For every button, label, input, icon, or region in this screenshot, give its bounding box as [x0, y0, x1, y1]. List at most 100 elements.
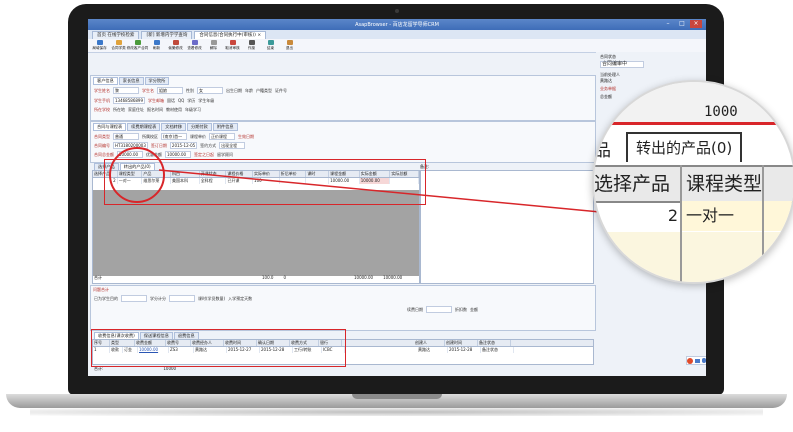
tool-void-button[interactable]: 作废	[244, 39, 259, 52]
minimize-button[interactable]: –	[662, 20, 674, 28]
cell: 2015-12-28	[448, 347, 481, 353]
maximize-button[interactable]: □	[676, 20, 688, 28]
label: 已为学生目的	[94, 295, 118, 301]
label: 证件号	[275, 87, 287, 93]
tool-modify-button[interactable]: 偷懒修改	[168, 39, 183, 52]
field-value[interactable]: (南京)首一	[161, 133, 187, 140]
tab-documents[interactable]: 文档转移	[161, 123, 187, 131]
column-header[interactable]: 创建时间	[445, 340, 478, 346]
field-value[interactable]: 姐娘	[157, 87, 183, 94]
field-value[interactable]: 女	[197, 87, 223, 94]
tool-refresh-button[interactable]: 刷新	[149, 39, 164, 52]
status-dropdown[interactable]: 合同编审中	[600, 61, 644, 68]
label: 学生手机	[94, 97, 110, 103]
label: 学生名	[142, 87, 154, 93]
highlight-product-oval	[109, 147, 165, 203]
field-value[interactable]: 出现全程	[219, 142, 246, 149]
label: 固话	[167, 97, 175, 103]
student-row-1: 学生姓名 黎 学生名 姐娘 性别 女 出生日期 年龄 户籍类型 证件号	[94, 87, 287, 94]
window-titlebar: AsapBrowser - 百店龙留学导师CRM – □ ×	[88, 19, 706, 30]
delete-icon	[248, 40, 255, 45]
camera-icon	[395, 9, 399, 13]
label: QQ	[178, 98, 185, 103]
tab-parent-info[interactable]: 家长信息	[118, 77, 144, 85]
cell: 备注状态	[481, 347, 514, 353]
cancel-icon	[229, 40, 236, 45]
toolbar: 局域保存 合同学类 修改客产合同 刷新 偷懒修改 查看修改 解除 取消审核 作废…	[88, 39, 706, 53]
label: 所在学校	[94, 107, 110, 112]
total-value: 10000.00	[354, 275, 374, 280]
label: 签订日期	[150, 142, 167, 148]
summary-panel: 问题合计 已为学生目的 学分计分 课时(学员数量) 入学预定天数 续费日期 折扣…	[90, 285, 596, 331]
contract-panel: 合同与课程表 续费期课程表 文档转移 分期付款 附件信息 合同类型 普通 所属校…	[90, 121, 596, 163]
sogou-icon	[687, 357, 693, 364]
label: 出生日期	[226, 87, 242, 93]
column-header[interactable]: 创建人	[414, 340, 445, 346]
edit-icon	[134, 40, 141, 45]
field-value[interactable]: 普通	[113, 133, 139, 140]
ime-toolbar[interactable]	[686, 356, 706, 365]
contract-tabs: 合同与课程表 续费期课程表 文档转移 分期付款 附件信息	[91, 122, 595, 132]
tab-customer-info[interactable]: 客户信息	[93, 77, 118, 85]
tool-cancel-button[interactable]: 取消审核	[225, 39, 240, 52]
field-value[interactable]: 正价课程	[209, 133, 235, 140]
label: 所在地	[113, 107, 125, 112]
label: 入学预定天数	[228, 295, 253, 301]
mic-icon	[702, 358, 706, 363]
magnifier-divider	[680, 165, 682, 282]
sidebar-item: 合同状态	[600, 54, 616, 59]
phone-field[interactable]: 13468586899	[113, 97, 145, 104]
magnifier-redline	[594, 122, 793, 125]
label: 家庭住址	[128, 107, 144, 112]
tool-edit-contract-button[interactable]: 修改客产合同	[127, 39, 148, 52]
summary-row-2: 续费日期 折扣数 金额	[407, 306, 478, 313]
column-header[interactable]: 备注状态	[478, 340, 511, 346]
cell: 黄路达	[417, 347, 448, 353]
student-row-3: 所在学校 所在地 家庭住址 报名时间 教材使用 年级学习	[94, 107, 201, 113]
label: 生效日期	[238, 133, 254, 139]
label: 金额	[470, 306, 478, 312]
tool-contract-type-button[interactable]: 合同学类	[111, 39, 126, 52]
magnifier-divider	[762, 165, 764, 282]
label: 签约方式	[200, 142, 217, 148]
field-value[interactable]	[169, 295, 195, 302]
product-total-row: 合计 100.0 0 10000.00 10000.00	[94, 275, 402, 281]
label: 合同编号	[94, 142, 110, 148]
label: 合同类型	[94, 133, 110, 139]
tool-save-button[interactable]: 局域保存	[92, 39, 107, 52]
tool-view-button[interactable]: 查看修改	[187, 39, 202, 52]
field-value[interactable]: 10000.00	[165, 151, 191, 158]
tab-installment[interactable]: 分期付款	[187, 123, 212, 131]
tab-renewal[interactable]: 续费期课程表	[127, 123, 161, 131]
field-value[interactable]: 2015-12-05	[169, 142, 198, 149]
tab-attachments[interactable]: 附件信息	[212, 123, 238, 131]
student-row-2: 学生手机 13468586899 学生邮箱 固话 QQ 学历 学生年级	[94, 97, 214, 104]
pen-icon	[172, 40, 179, 45]
summary-row-1: 已为学生目的 学分计分 课时(学员数量) 入学预定天数	[94, 295, 252, 302]
save-icon	[96, 40, 103, 45]
field-value[interactable]	[121, 295, 147, 302]
field-value[interactable]: 黎	[113, 87, 139, 94]
label: 学生姓名	[94, 87, 110, 93]
exit-icon	[286, 40, 293, 45]
tab-school-info[interactable]: 学分院所	[144, 77, 170, 85]
tool-exit-button[interactable]: 退出	[282, 39, 297, 52]
magnifier-top	[594, 82, 793, 124]
magnifier-header-type: 课程类型	[686, 173, 763, 195]
contract-row-2: 合同编号 HT3180200003 签订日期 2015-12-05 签约方式 出…	[94, 142, 246, 149]
label: 签定之日起	[194, 151, 214, 157]
field-value[interactable]	[426, 306, 452, 313]
tab-contract-course[interactable]: 合同与课程表	[93, 123, 127, 131]
close-button[interactable]: ×	[690, 20, 702, 28]
window-controls: – □ ×	[662, 20, 702, 28]
tool-unlock-button[interactable]: 解除	[206, 39, 221, 52]
keyboard-icon	[695, 358, 700, 363]
label: 户籍类型	[256, 87, 272, 93]
refresh-icon	[153, 40, 160, 45]
summary-title: 问题合计	[93, 287, 109, 292]
view-icon	[191, 40, 198, 45]
tool-finish-button[interactable]: 结束	[263, 39, 278, 52]
remarks-area[interactable]	[420, 170, 594, 284]
laptop-notch	[352, 394, 442, 399]
